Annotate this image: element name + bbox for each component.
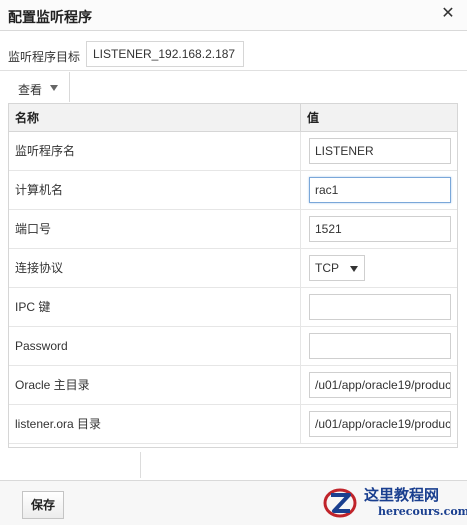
row-label: 端口号	[9, 210, 301, 249]
table-row-ipc-key: IPC 键	[9, 288, 457, 327]
column-header-value: 值	[307, 111, 320, 125]
watermark: 这里教程网 herecours.com	[318, 482, 467, 524]
row-label: listener.ora 目录	[9, 405, 301, 444]
caret-down-icon	[50, 85, 58, 91]
listener-target-label: 监听程序目标	[8, 50, 81, 64]
ipc-key-input[interactable]	[309, 294, 451, 320]
divider	[0, 70, 467, 71]
table-header: 名称 值	[9, 104, 457, 132]
divider	[140, 452, 141, 478]
row-label: 计算机名	[9, 171, 301, 210]
row-label: Password	[9, 327, 301, 366]
dialog-title: 配置监听程序	[8, 9, 92, 25]
save-button[interactable]: 保存	[22, 491, 64, 519]
table-row-listener-ora-dir: listener.ora 目录 /u01/app/oracle19/produc…	[9, 405, 457, 444]
listener-target-row: 监听程序目标 LISTENER_192.168.2.187	[0, 38, 467, 70]
row-label: 连接协议	[9, 249, 301, 288]
protocol-select-value: TCP	[315, 261, 339, 275]
dialog-title-bar: 配置监听程序 ✕	[0, 0, 467, 31]
watermark-text-cn: 这里教程网	[364, 486, 440, 504]
listener-target-field[interactable]: LISTENER_192.168.2.187	[86, 41, 244, 67]
view-menu-button[interactable]: 查看	[10, 72, 70, 102]
table-row-listener-name: 监听程序名 LISTENER	[9, 132, 457, 171]
host-name-input[interactable]: rac1	[309, 177, 451, 203]
table-row-host-name: 计算机名 rac1	[9, 171, 457, 210]
table-row-protocol: 连接协议 TCP	[9, 249, 457, 288]
listener-name-input[interactable]: LISTENER	[309, 138, 451, 164]
row-label: Oracle 主目录	[9, 366, 301, 405]
configure-listener-dialog: 配置监听程序 ✕ 监听程序目标 LISTENER_192.168.2.187 查…	[0, 0, 467, 525]
caret-down-icon	[350, 266, 358, 272]
view-menu-label: 查看	[18, 83, 43, 97]
listener-ora-dir-input[interactable]: /u01/app/oracle19/product/19.0.0/dbhome_…	[309, 411, 451, 437]
column-header-name: 名称	[9, 104, 301, 132]
property-table: 名称 值 监听程序名 LISTENER 计算机名 rac1 端口号 1521 连…	[8, 103, 458, 448]
row-label: IPC 键	[9, 288, 301, 327]
table-footer-area	[8, 448, 458, 480]
password-input[interactable]	[309, 333, 451, 359]
table-row-password: Password	[9, 327, 457, 366]
table-row-port: 端口号 1521	[9, 210, 457, 249]
port-input[interactable]: 1521	[309, 216, 451, 242]
row-label: 监听程序名	[9, 132, 301, 171]
close-icon[interactable]: ✕	[439, 5, 457, 23]
table-row-oracle-home: Oracle 主目录 /u01/app/oracle19/product/19.…	[9, 366, 457, 405]
protocol-select[interactable]: TCP	[309, 255, 365, 281]
watermark-text-en: herecours.com	[378, 505, 467, 518]
watermark-logo-icon	[323, 488, 357, 518]
oracle-home-input[interactable]: /u01/app/oracle19/product/19.0.0/dbhome_…	[309, 372, 451, 398]
